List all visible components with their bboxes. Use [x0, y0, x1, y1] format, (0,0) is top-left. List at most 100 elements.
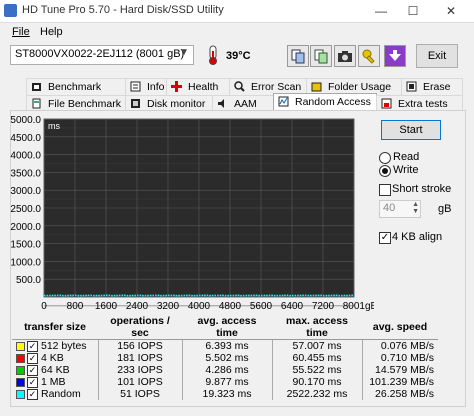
menu-file[interactable]: File [12, 26, 30, 38]
tab-erase[interactable]: Erase [401, 78, 463, 95]
avg-access-value: 6.393 ms [181, 339, 272, 352]
data-point [106, 294, 108, 297]
transfer-size: 1 MB [41, 376, 66, 388]
data-point [346, 294, 348, 297]
series-checkbox[interactable]: ✓ [27, 352, 38, 364]
series-checkbox[interactable]: ✓ [27, 364, 38, 376]
align-checkbox[interactable]: ✓ [379, 232, 391, 244]
series-checkbox[interactable]: ✓ [27, 340, 38, 352]
short-stroke-checkbox[interactable] [379, 184, 391, 196]
align-label: 4 KB align [392, 231, 443, 243]
max-access-value: 2522.232 ms [271, 388, 362, 400]
max-access-value: 60.455 ms [271, 352, 362, 364]
y-tick-label: 3000.0 [10, 186, 41, 197]
tab-info[interactable]: Info [125, 78, 167, 95]
data-point [315, 294, 317, 297]
data-point [67, 294, 69, 297]
transfer-size: 64 KB [41, 364, 70, 376]
read-radio[interactable] [379, 152, 391, 164]
drive-select[interactable]: ST8000VX0022-2EJ112 (8001 gB) ▼ [10, 45, 194, 65]
series-checkbox[interactable]: ✓ [27, 376, 38, 388]
close-button[interactable]: ✕ [436, 0, 466, 22]
data-point [124, 294, 126, 296]
data-point [245, 294, 247, 297]
data-point [240, 294, 242, 297]
data-point [224, 294, 227, 297]
start-button[interactable]: Start [381, 120, 441, 140]
y-tick-label: 5000.0 [10, 115, 41, 126]
data-point [219, 294, 222, 297]
avg-speed-value: 0.076 MB/s [361, 339, 438, 352]
table-row: ✓ 1 MB 101 IOPS 9.877 ms 90.170 ms 101.23… [12, 376, 438, 388]
data-point [64, 294, 67, 297]
data-point [196, 294, 198, 297]
short-stroke-size-input[interactable]: 40 ▲ ▼ [379, 200, 421, 218]
thermometer-icon [209, 45, 217, 65]
table-row: ✓ Random 51 IOPS 19.323 ms 2522.232 ms 26… [12, 388, 438, 400]
data-point [152, 294, 154, 297]
x-tick-label: 0 [41, 301, 47, 311]
data-point [108, 294, 111, 296]
write-radio[interactable] [379, 165, 391, 177]
data-point [126, 294, 129, 297]
table-row: ✓ 64 KB 233 IOPS 4.286 ms 55.522 ms 14.57… [12, 364, 438, 376]
data-point [98, 294, 100, 297]
data-point [54, 294, 56, 297]
series-color-swatch [16, 341, 25, 351]
copy-info-icon[interactable] [287, 45, 309, 67]
data-point [188, 294, 191, 296]
benchmark-icon [32, 83, 41, 91]
exit-button[interactable]: Exit [416, 44, 458, 68]
y-tick-label: 2500.0 [10, 204, 41, 215]
data-point [320, 294, 322, 296]
data-point [325, 294, 328, 297]
data-point [56, 294, 59, 297]
maximize-button[interactable]: ☐ [398, 0, 428, 22]
avg-access-value: 5.502 ms [181, 352, 272, 364]
minimize-button[interactable]: — [366, 0, 396, 22]
menu-help[interactable]: Help [40, 26, 63, 38]
options-key-icon[interactable] [358, 45, 380, 67]
data-point [139, 294, 142, 296]
data-point [121, 294, 123, 297]
data-point [175, 294, 178, 297]
data-point [302, 294, 304, 297]
results-table: transfer size operations / sec avg. acce… [12, 315, 438, 400]
series-checkbox[interactable]: ✓ [27, 388, 38, 400]
data-point [286, 294, 289, 296]
data-point [113, 294, 116, 297]
data-point [237, 294, 240, 296]
data-point [183, 294, 185, 297]
results-header-row: transfer size operations / sec avg. acce… [12, 315, 438, 340]
tab-health[interactable]: Health [166, 78, 230, 95]
header-transfer-size: transfer size [12, 315, 98, 340]
data-point [144, 294, 147, 297]
data-point [51, 294, 54, 297]
tab-benchmark[interactable]: Benchmark [26, 78, 126, 95]
data-point [186, 294, 188, 297]
data-point [80, 294, 82, 297]
y-tick-label: 1000.0 [10, 257, 41, 268]
data-point [217, 294, 219, 297]
series-color-swatch [16, 365, 25, 375]
x-tick-label: 7200 [312, 301, 335, 311]
data-point [268, 294, 271, 297]
data-point [273, 294, 276, 297]
screenshot-camera-icon[interactable] [334, 45, 356, 67]
ops-value: 156 IOPS [97, 339, 182, 352]
data-point [330, 294, 333, 297]
save-download-icon[interactable] [384, 45, 406, 67]
data-point [281, 294, 284, 297]
data-point [206, 294, 209, 296]
ops-value: 181 IOPS [97, 352, 182, 364]
x-tick-label: 6400 [281, 301, 304, 311]
spinner-arrows-icon[interactable]: ▲ ▼ [412, 201, 419, 215]
x-tick-label: 800 [67, 301, 84, 311]
data-point [261, 294, 263, 297]
folder-icon [311, 82, 322, 92]
data-point [266, 294, 268, 297]
data-point [258, 294, 260, 297]
chevron-down-icon: ▼ [179, 47, 189, 58]
data-point [129, 294, 131, 297]
copy-text-icon[interactable] [310, 45, 332, 67]
